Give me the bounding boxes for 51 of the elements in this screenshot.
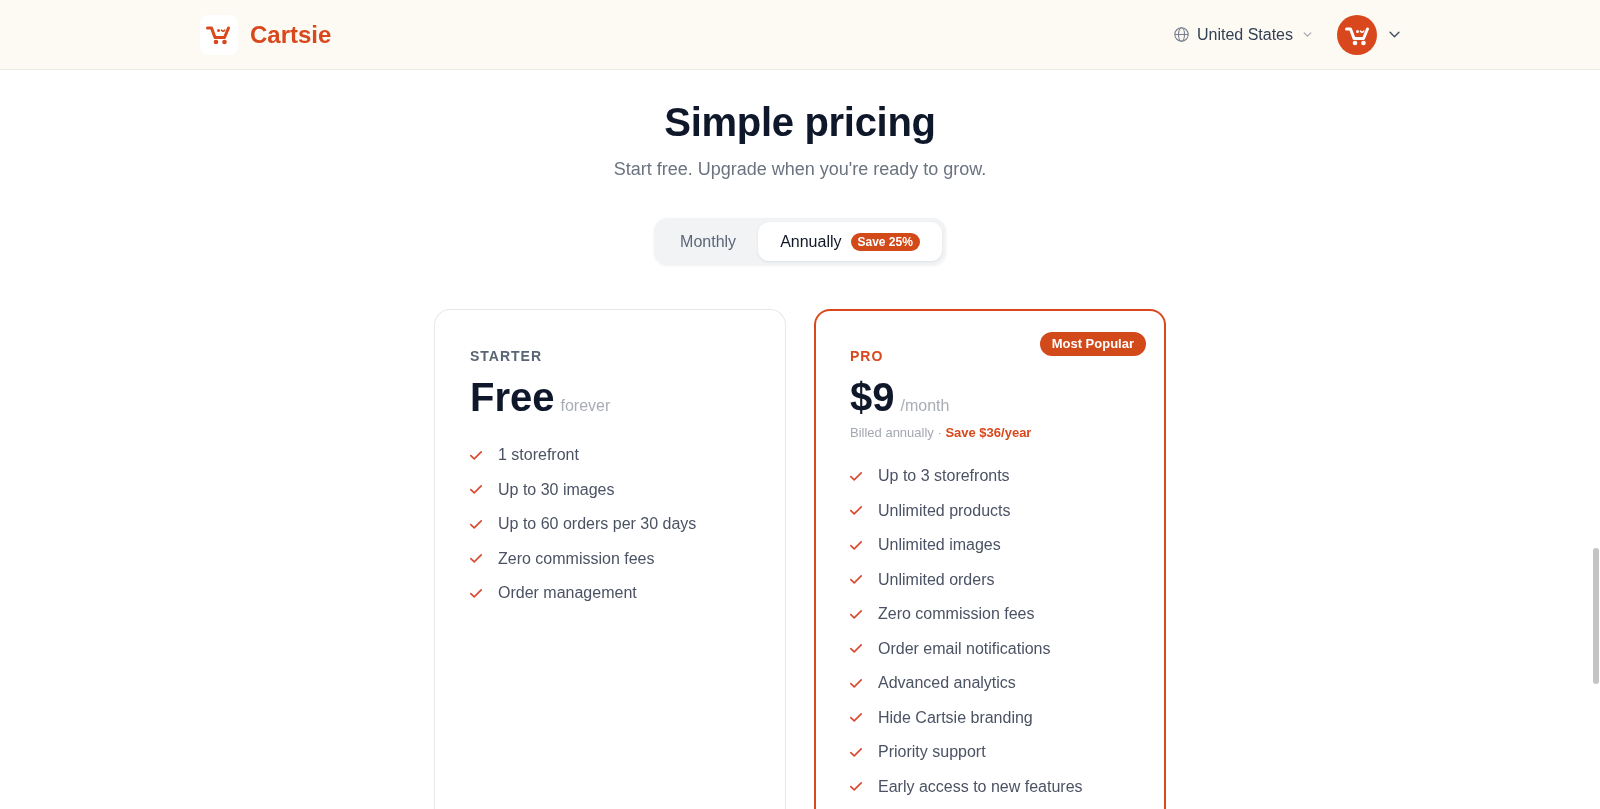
check-icon	[850, 471, 862, 481]
check-icon	[470, 554, 482, 564]
check-icon	[850, 747, 862, 757]
price-period: /month	[900, 396, 950, 416]
cart-logo-icon[interactable]	[200, 14, 238, 55]
region-selector[interactable]: United States	[1173, 23, 1312, 46]
scrollbar-thumb[interactable]	[1593, 548, 1599, 684]
check-icon	[850, 644, 862, 654]
page-subtitle: Start free. Upgrade when you're ready to grow.	[613, 158, 987, 181]
check-icon	[850, 609, 862, 619]
check-icon	[850, 713, 862, 723]
check-icon	[850, 506, 862, 516]
feature-text: Up to 3 storefronts	[878, 466, 1010, 487]
popular-badge: Most Popular	[1039, 332, 1146, 356]
plan-name: PRO	[850, 347, 884, 366]
feature-text: Unlimited orders	[878, 569, 995, 590]
feature-text: Order email notifications	[878, 638, 1051, 659]
price-period: forever	[560, 396, 611, 416]
chevron-down-icon[interactable]	[1389, 31, 1400, 38]
plan-price: Free	[470, 374, 555, 421]
check-icon	[470, 588, 482, 598]
brand-name[interactable]: Cartsie	[250, 19, 332, 50]
check-icon	[850, 782, 862, 792]
billing-note: Billed annually · Save $36/year	[850, 424, 1032, 442]
discount-badge: Save 25%	[850, 232, 920, 251]
account-avatar-icon[interactable]	[1337, 14, 1377, 55]
billing-tab[interactable]: Annually Save 25%	[758, 222, 942, 261]
chevron-down-icon	[1303, 32, 1312, 37]
check-icon	[850, 540, 862, 550]
page-title: Simple pricing	[664, 99, 936, 146]
feature-text: Up to 30 images	[498, 479, 615, 500]
feature-text: Up to 60 orders per 30 days	[498, 514, 697, 535]
check-icon	[850, 575, 862, 585]
feature-text: Zero commission fees	[878, 604, 1035, 625]
feature-text: Unlimited products	[878, 500, 1011, 521]
feature-text: Advanced analytics	[878, 673, 1016, 694]
feature-text: 1 storefront	[498, 445, 579, 466]
feature-text: Zero commission fees	[498, 548, 655, 569]
check-icon	[470, 485, 482, 495]
feature-text: Priority support	[878, 742, 986, 763]
feature-text: Early access to new features	[878, 776, 1083, 797]
billing-tab[interactable]: Monthly	[658, 222, 759, 261]
feature-text: Order management	[498, 583, 637, 604]
check-icon	[470, 519, 482, 529]
plan-price: $9	[850, 374, 895, 421]
feature-text: Hide Cartsie branding	[878, 707, 1033, 728]
plan-name: STARTER	[470, 347, 543, 366]
check-icon	[470, 450, 482, 460]
feature-text: Unlimited images	[878, 535, 1001, 556]
globe-icon	[1173, 27, 1189, 42]
check-icon	[850, 678, 862, 688]
